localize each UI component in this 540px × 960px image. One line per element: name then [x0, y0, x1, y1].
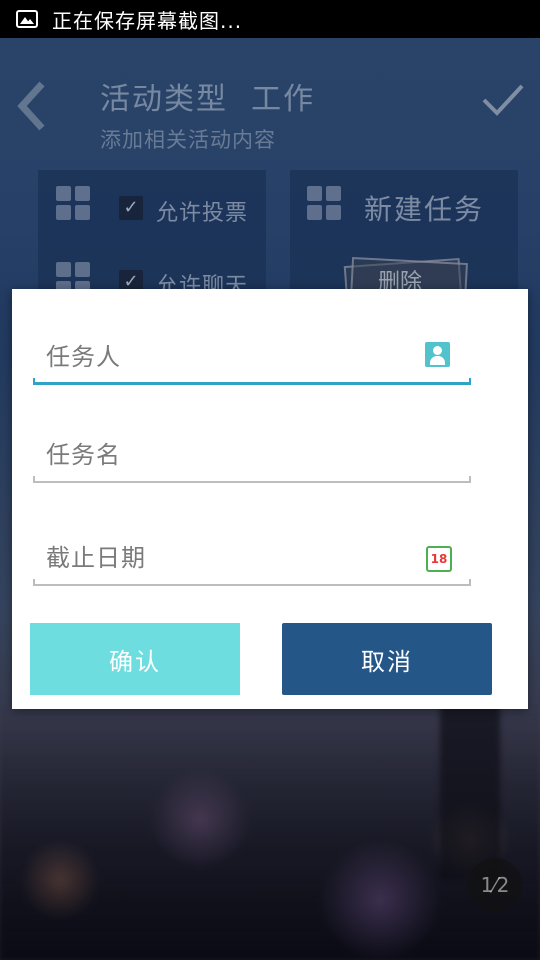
- task-name-underline: [33, 476, 471, 483]
- status-text: 正在保存屏幕截图...: [52, 8, 243, 33]
- assignee-underline: [33, 378, 471, 385]
- deadline-field[interactable]: 截止日期 18: [33, 524, 471, 586]
- status-bar: 正在保存屏幕截图...: [0, 0, 540, 38]
- task-name-field[interactable]: 任务名: [33, 421, 471, 483]
- task-name-placeholder: 任务名: [46, 441, 121, 469]
- assignee-placeholder: 任务人: [46, 343, 121, 371]
- contact-icon[interactable]: [425, 342, 450, 367]
- cancel-button[interactable]: 取消: [282, 623, 492, 695]
- calendar-icon[interactable]: 18: [426, 546, 452, 572]
- deadline-underline: [33, 579, 471, 586]
- picture-icon: [16, 10, 38, 28]
- new-task-dialog: 任务人 任务名 截止日期 18 确认 取消: [12, 289, 528, 709]
- assignee-field[interactable]: 任务人: [33, 323, 471, 385]
- confirm-button[interactable]: 确认: [30, 623, 240, 695]
- deadline-placeholder: 截止日期: [46, 544, 146, 572]
